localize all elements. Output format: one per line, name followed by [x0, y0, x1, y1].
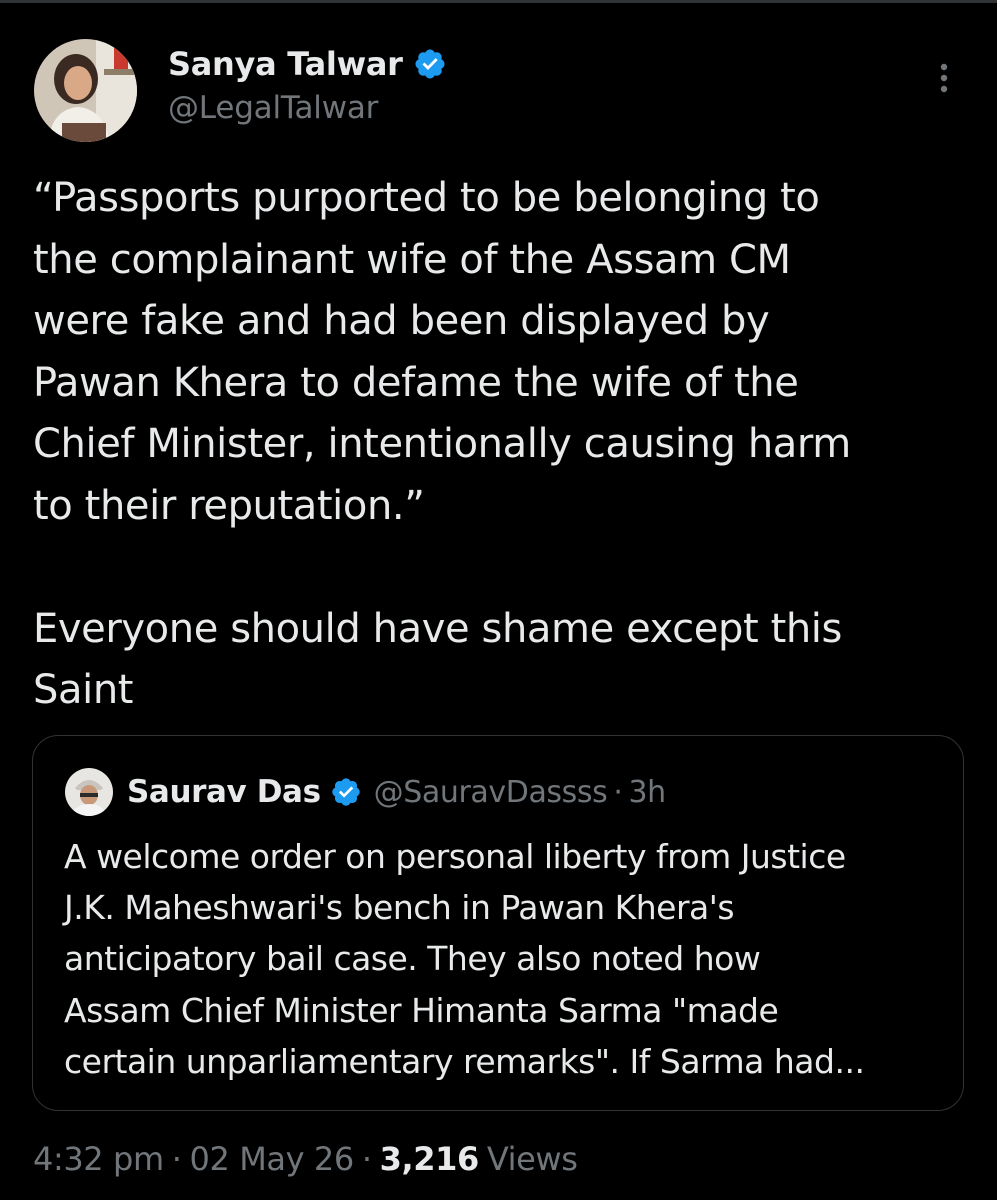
profile-photo-avatar-icon — [65, 768, 113, 816]
author-handle[interactable]: @LegalTalwar — [168, 90, 378, 126]
quoted-tweet-text: A welcome order on personal liberty from… — [64, 831, 944, 1087]
top-divider — [0, 0, 997, 3]
separator-dot: · — [171, 1140, 182, 1178]
author-name-row[interactable]: Sanya Talwar — [168, 44, 447, 84]
quoted-text-line: Assam Chief Minister Himanta Sarma "made — [64, 990, 779, 1030]
tweet-text-line: “Passports purported to be belonging to — [33, 175, 820, 221]
tweet-text-line: to their reputation.” — [33, 482, 425, 529]
quoted-text-line: A welcome order on personal liberty from… — [64, 837, 846, 876]
tweet-text-line: were fake and had been displayed by — [33, 298, 770, 344]
quoted-tweet-card[interactable]: Saurav Das @SauravDassss · 3h A welcome … — [32, 735, 964, 1111]
quoted-text-line: certain unparliamentary remarks". If Sar… — [64, 1041, 865, 1081]
verified-badge-icon — [331, 778, 360, 806]
tweet-time[interactable]: 4:32 pm — [33, 1140, 164, 1178]
verified-badge-icon — [415, 49, 445, 79]
separator-dot: · — [613, 774, 623, 810]
tweet-text: “Passports purported to be belonging to … — [33, 168, 973, 722]
views-count[interactable]: 3,216 — [380, 1140, 480, 1178]
more-options-button[interactable] — [932, 62, 956, 96]
tweet-text-line: the complainant wife of the Assam CM — [33, 236, 791, 283]
profile-photo-avatar-icon — [34, 39, 137, 142]
tweet-date[interactable]: 02 May 26 — [190, 1140, 355, 1178]
tweet-text-line: Pawan Khera to defame the wife of the — [33, 359, 799, 406]
tweet-text-line: Saint — [33, 667, 134, 713]
tweet-meta: 4:32 pm · 02 May 26 · 3,216 Views — [33, 1137, 578, 1181]
quoted-author-avatar[interactable] — [65, 768, 113, 816]
quoted-tweet-header: Saurav Das @SauravDassss · 3h — [127, 769, 666, 815]
views-label[interactable]: Views — [487, 1140, 578, 1178]
separator-dot: · — [361, 1140, 372, 1178]
quoted-author-handle[interactable]: @SauravDassss — [374, 775, 608, 810]
quoted-text-line: anticipatory bail case. They also noted … — [64, 939, 761, 979]
quoted-author-name[interactable]: Saurav Das — [127, 774, 321, 810]
author-avatar[interactable] — [34, 39, 137, 142]
quoted-text-line: J.K. Maheshwari's bench in Pawan Khera's — [64, 888, 735, 928]
quoted-tweet-time[interactable]: 3h — [629, 775, 667, 810]
tweet-text-line: Chief Minister, intentionally causing ha… — [33, 421, 851, 467]
more-options-icon — [940, 63, 948, 93]
author-name[interactable]: Sanya Talwar — [168, 45, 403, 83]
tweet-text-line: Everyone should have shame except this — [33, 605, 842, 652]
